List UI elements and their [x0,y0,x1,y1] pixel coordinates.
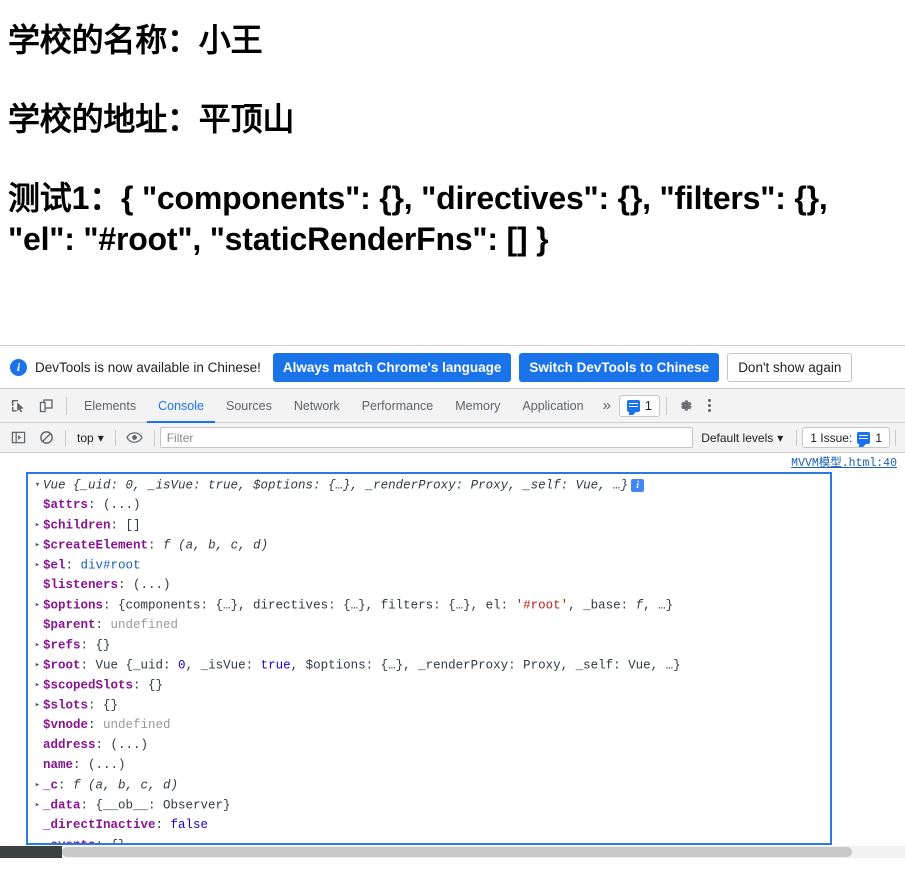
tab-memory[interactable]: Memory [444,389,511,423]
tab-elements[interactable]: Elements [73,389,147,423]
disclosure-triangle-closed[interactable] [32,595,43,615]
disclosure-triangle-closed[interactable] [32,515,43,535]
execution-context-selector[interactable]: top ▾ [71,427,110,449]
tab-network[interactable]: Network [283,389,351,423]
console-object-property-row[interactable]: $children: [] [28,515,830,535]
chevron-down-icon: ▾ [97,430,104,445]
console-object-property-row[interactable]: _c: f (a, b, c, d) [28,775,830,795]
issues-counter-label: 1 Issue: [810,430,853,445]
disclosure-triangle-closed[interactable] [32,695,43,715]
page-heading-test1: 测试1：{ "components": {}, "directives": {}… [8,179,828,257]
filter-input[interactable] [159,427,694,448]
tab-sources[interactable]: Sources [215,389,283,423]
disclosure-triangle-closed[interactable] [32,835,43,843]
tab-performance[interactable]: Performance [351,389,445,423]
console-toolbar-divider-3 [153,429,155,446]
console-object-property-row[interactable]: _data: {__ob__: Observer} [28,795,830,815]
console-object-property-row[interactable]: $options: {components: {…}, directives: … [28,595,830,615]
clear-console-icon[interactable] [32,425,60,451]
console-toolbar-divider-5 [895,429,896,446]
scrollbar-track-cap [0,846,62,858]
console-object-root-row[interactable]: Vue {_uid: 0, _isVue: true, $options: {…… [28,475,830,495]
console-output-panel: MVVM模型.html:40 Vue {_uid: 0, _isVue: tru… [0,453,905,858]
console-toolbar-divider [65,429,66,446]
issues-icon-small [857,431,871,447]
kebab-menu-icon[interactable] [699,393,721,419]
disclosure-triangle-closed[interactable] [32,555,43,575]
more-tabs-icon[interactable]: » [595,397,619,414]
issues-counter-count: 1 [875,430,882,445]
device-toolbar-icon[interactable] [32,393,60,419]
devtools-tab-bar: Elements Console Sources Network Perform… [0,389,905,423]
console-toolbar-divider-2 [114,429,116,446]
console-object-property-row[interactable]: $slots: {} [28,695,830,715]
info-icon-badge[interactable]: i [631,478,645,492]
console-filter-toolbar: top ▾ Default levels ▾ 1 Issue: 1 [0,423,905,453]
issues-pill-button[interactable]: 1 [618,394,660,417]
chevron-down-icon-levels: ▾ [777,430,784,445]
console-object-property-row[interactable]: $createElement: f (a, b, c, d) [28,535,830,555]
disclosure-triangle-closed[interactable] [32,775,43,795]
console-source-link-row: MVVM模型.html:40 [0,453,905,471]
toolbar-divider [66,396,67,415]
source-link[interactable]: MVVM模型.html:40 [791,457,897,470]
issues-icon [626,399,640,415]
dont-show-again-button[interactable]: Don't show again [727,352,853,382]
expanded-object-tree[interactable]: Vue {_uid: 0, _isVue: true, $options: {…… [26,472,832,845]
horizontal-scrollbar-thumb[interactable] [62,847,852,857]
horizontal-scrollbar[interactable] [0,846,905,858]
disclosure-triangle-closed[interactable] [32,655,43,675]
console-sidebar-icon[interactable] [4,425,32,451]
disclosure-triangle-closed[interactable] [32,795,43,815]
disclosure-triangle-closed[interactable] [32,635,43,655]
page-heading-school-name: 学校的名称：小王 [8,22,263,58]
page-heading-school-address: 学校的地址：平顶山 [8,100,295,137]
execution-context-label: top [77,430,94,445]
console-object-property-row[interactable]: $el: div#root [28,555,830,575]
web-page-content: 学校的名称：小王 学校的地址：平顶山 测试1：{ "components": {… [0,0,905,345]
live-expression-eye-icon[interactable] [121,425,149,451]
issues-counter-button[interactable]: 1 Issue: 1 [802,427,890,448]
disclosure-triangle-open[interactable] [32,475,43,495]
banner-message: DevTools is now available in Chinese! [35,359,261,375]
console-object-property-row[interactable]: _events: {} [28,835,830,843]
disclosure-triangle-closed[interactable] [32,675,43,695]
console-object-property-row[interactable]: name: (...) [28,755,830,775]
inspect-element-icon[interactable] [4,393,32,419]
console-object-property-row[interactable]: $parent: undefined [28,615,830,635]
console-object-property-row[interactable]: $attrs: (...) [28,495,830,515]
devtools-language-banner: i DevTools is now available in Chinese! … [0,345,905,389]
console-object-property-row[interactable]: address: (...) [28,735,830,755]
toolbar-divider-2 [665,396,667,415]
log-levels-selector[interactable]: Default levels ▾ [693,427,791,449]
issues-pill-count: 1 [644,398,652,413]
console-object-property-row[interactable]: $refs: {} [28,635,830,655]
gear-icon[interactable] [673,393,699,419]
switch-devtools-to-chinese-button[interactable]: Switch DevTools to Chinese [519,352,720,382]
console-object-property-row[interactable]: _directInactive: false [28,815,830,835]
console-object-property-row[interactable]: $listeners: (...) [28,575,830,595]
tab-console[interactable]: Console [147,389,215,423]
log-levels-label: Default levels [701,430,774,445]
tab-application[interactable]: Application [511,389,594,423]
console-object-property-row[interactable]: $vnode: undefined [28,715,830,735]
console-toolbar-divider-4 [796,429,798,446]
console-object-property-row[interactable]: $root: Vue {_uid: 0, _isVue: true, $opti… [28,655,830,675]
console-object-property-row[interactable]: $scopedSlots: {} [28,675,830,695]
always-match-chrome-language-button[interactable]: Always match Chrome's language [272,352,512,382]
info-icon: i [10,358,27,376]
disclosure-triangle-closed[interactable] [32,535,43,555]
